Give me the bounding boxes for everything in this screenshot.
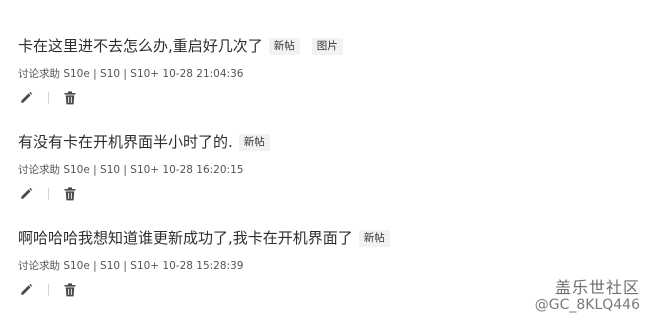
post-actions bbox=[18, 90, 650, 106]
post-title-link[interactable]: 有没有卡在开机界面半小时了的. bbox=[18, 131, 233, 153]
action-divider bbox=[48, 284, 49, 296]
post-title-row: 啊哈哈哈我想知道谁更新成功了,我卡在开机界面了 新帖 bbox=[18, 227, 650, 249]
watermark: 盖乐世社区 @GC_8KLQ446 bbox=[535, 278, 640, 314]
action-divider bbox=[48, 188, 49, 200]
action-divider bbox=[48, 92, 49, 104]
trash-icon bbox=[64, 283, 76, 297]
image-badge: 图片 bbox=[311, 37, 343, 55]
post-actions bbox=[18, 186, 650, 202]
watermark-user: @GC_8KLQ446 bbox=[534, 297, 640, 314]
post-item: 有没有卡在开机界面半小时了的. 新帖 讨论求助 S10e | S10 | S10… bbox=[18, 131, 650, 202]
post-item: 卡在这里进不去怎么办,重启好几次了 新帖 图片 讨论求助 S10e | S10 … bbox=[18, 35, 650, 106]
post-meta: 讨论求助 S10e | S10 | S10+ 10-28 15:28:39 bbox=[18, 260, 244, 272]
edit-button[interactable] bbox=[18, 90, 34, 106]
post-meta: 讨论求助 S10e | S10 | S10+ 10-28 21:04:36 bbox=[18, 68, 244, 80]
post-title-link[interactable]: 卡在这里进不去怎么办,重启好几次了 bbox=[18, 35, 263, 57]
trash-icon bbox=[64, 91, 76, 105]
post-meta: 讨论求助 S10e | S10 | S10+ 10-28 16:20:15 bbox=[18, 164, 244, 176]
new-post-badge: 新帖 bbox=[238, 133, 270, 151]
delete-button[interactable] bbox=[62, 90, 78, 106]
edit-button[interactable] bbox=[18, 186, 34, 202]
trash-icon bbox=[64, 187, 76, 201]
pencil-icon bbox=[21, 187, 33, 199]
post-title-link[interactable]: 啊哈哈哈我想知道谁更新成功了,我卡在开机界面了 bbox=[18, 227, 353, 249]
new-post-badge: 新帖 bbox=[358, 229, 390, 247]
delete-button[interactable] bbox=[62, 282, 78, 298]
post-title-row: 卡在这里进不去怎么办,重启好几次了 新帖 图片 bbox=[18, 35, 650, 57]
post-title-row: 有没有卡在开机界面半小时了的. 新帖 bbox=[18, 131, 650, 153]
watermark-brand: 盖乐世社区 bbox=[554, 278, 640, 298]
delete-button[interactable] bbox=[62, 186, 78, 202]
pencil-icon bbox=[21, 283, 33, 295]
edit-button[interactable] bbox=[18, 282, 34, 298]
new-post-badge: 新帖 bbox=[268, 37, 300, 55]
pencil-icon bbox=[21, 91, 33, 103]
